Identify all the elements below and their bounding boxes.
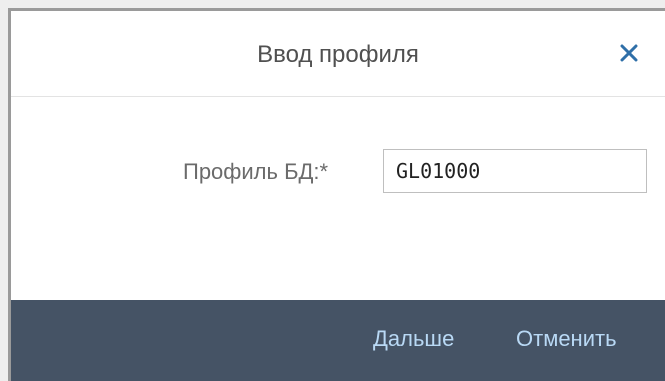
db-profile-label-text: Профиль БД: bbox=[183, 159, 320, 184]
dialog-header: Ввод профиля bbox=[11, 11, 665, 97]
dialog-title: Ввод профиля bbox=[257, 41, 419, 68]
cancel-button[interactable]: Отменить bbox=[516, 326, 617, 352]
db-profile-input[interactable] bbox=[383, 149, 647, 193]
close-button[interactable] bbox=[615, 39, 643, 67]
db-profile-label: Профиль БД:* bbox=[183, 159, 328, 185]
dialog-footer: Дальше Отменить bbox=[11, 300, 665, 381]
profile-input-dialog: Ввод профиля Профиль БД:* Дальше Отменит… bbox=[8, 8, 665, 381]
required-marker: * bbox=[319, 159, 329, 184]
dialog-body: Профиль БД:* bbox=[11, 97, 665, 299]
next-button[interactable]: Дальше bbox=[373, 326, 454, 352]
close-icon bbox=[620, 44, 638, 62]
